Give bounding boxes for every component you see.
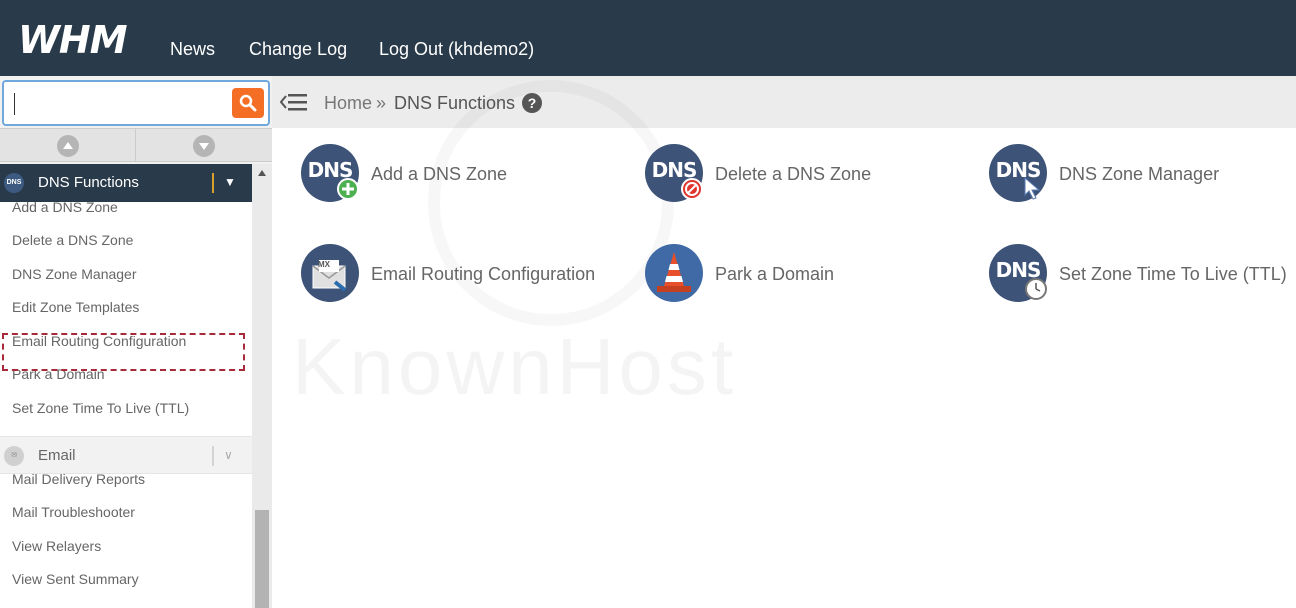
dns-ttl-icon: DNS [989,244,1047,302]
sidebar-item-add-dns-zone[interactable]: Add a DNS Zone [12,198,118,216]
dns-add-icon: DNS [301,144,359,202]
search-box [2,80,270,126]
sidebar-item-edit-zone-templates[interactable]: Edit Zone Templates [12,298,139,316]
breadcrumb-home-link[interactable]: Home [324,92,372,114]
tile-dns-zone-manager[interactable]: DNS DNS Zone Manager [989,144,1289,206]
whm-logo[interactable]: WHM [18,20,128,60]
sidebar-item-delete-dns-zone[interactable]: Delete a DNS Zone [12,231,133,249]
text-cursor [14,93,15,115]
search-input[interactable] [8,86,228,120]
highlight-annotation-box [2,333,245,371]
divider [212,446,214,466]
dns-zone-manager-icon: DNS [989,144,1047,202]
dns-delete-icon: DNS [645,144,703,202]
email-icon: ✉ [4,446,24,466]
no-entry-icon [681,178,703,200]
watermark-text: KnownHost [292,322,737,412]
breadcrumb-separator: » [376,93,387,113]
chevron-down-icon [193,135,215,157]
traffic-cone-icon [645,244,703,302]
nav-log-out-link[interactable]: Log Out (khdemo2) [379,38,534,60]
tile-label: Delete a DNS Zone [715,164,872,184]
chevron-up-icon [57,135,79,157]
dns-icon: DNS [4,173,24,193]
sidebar-item-view-relayers[interactable]: View Relayers [12,537,101,555]
tile-add-dns-zone[interactable]: DNS Add a DNS Zone [301,144,621,206]
expand-all-button[interactable] [136,129,272,162]
tile-delete-dns-zone[interactable]: DNS Delete a DNS Zone [645,144,965,206]
tile-label: DNS Zone Manager [1059,164,1220,184]
category-label: Email [38,447,76,464]
chevron-down-icon[interactable]: ∨ [224,448,233,462]
search-icon [239,94,257,112]
sidebar-item-view-sent-summary[interactable]: View Sent Summary [12,570,139,588]
sidebar-collapse-controls [0,128,272,162]
tile-label: Email Routing Configuration [371,264,596,284]
breadcrumb: Home » DNS Functions ? [272,76,1296,128]
search-button[interactable] [232,88,264,118]
sidebar-item-set-zone-ttl[interactable]: Set Zone Time To Live (TTL) [12,399,189,417]
plus-icon [337,178,359,200]
tile-label: Set Zone Time To Live (TTL) [1059,264,1287,284]
scroll-up-arrow-icon[interactable] [258,170,266,176]
sidebar-menu: DNS DNS Functions ▼ Add a DNS Zone Delet… [0,164,252,608]
caret-down-icon[interactable]: ▼ [224,175,236,189]
top-navbar: WHM News Change Log Log Out (khdemo2) [0,0,1296,76]
clock-icon [1025,278,1047,300]
nav-change-log-link[interactable]: Change Log [249,38,347,60]
sidebar-item-dns-zone-manager[interactable]: DNS Zone Manager [12,265,137,283]
category-dns-functions[interactable]: DNS DNS Functions ▼ [0,164,252,202]
sidebar-item-mail-troubleshooter[interactable]: Mail Troubleshooter [12,503,135,521]
sidebar-item-mail-delivery-reports[interactable]: Mail Delivery Reports [12,470,145,488]
category-email[interactable]: ✉ Email ∨ [0,436,252,474]
tile-set-zone-ttl[interactable]: DNS Set Zone Time To Live (TTL) [989,244,1289,306]
scrollbar-thumb[interactable] [255,510,269,608]
category-label: DNS Functions [38,174,139,191]
cursor-pointer-icon [1024,176,1041,200]
sidebar-toggle-icon[interactable] [279,91,308,113]
collapse-all-button[interactable] [0,129,136,162]
email-routing-icon: MX [301,244,359,302]
sidebar-scrollbar[interactable] [252,164,272,608]
tile-email-routing-configuration[interactable]: MX Email Routing Configuration [301,244,621,306]
tile-label: Park a Domain [715,264,835,284]
tile-label: Add a DNS Zone [371,164,508,184]
divider [212,173,214,193]
tile-park-a-domain[interactable]: Park a Domain [645,244,965,306]
nav-news-link[interactable]: News [170,38,215,60]
